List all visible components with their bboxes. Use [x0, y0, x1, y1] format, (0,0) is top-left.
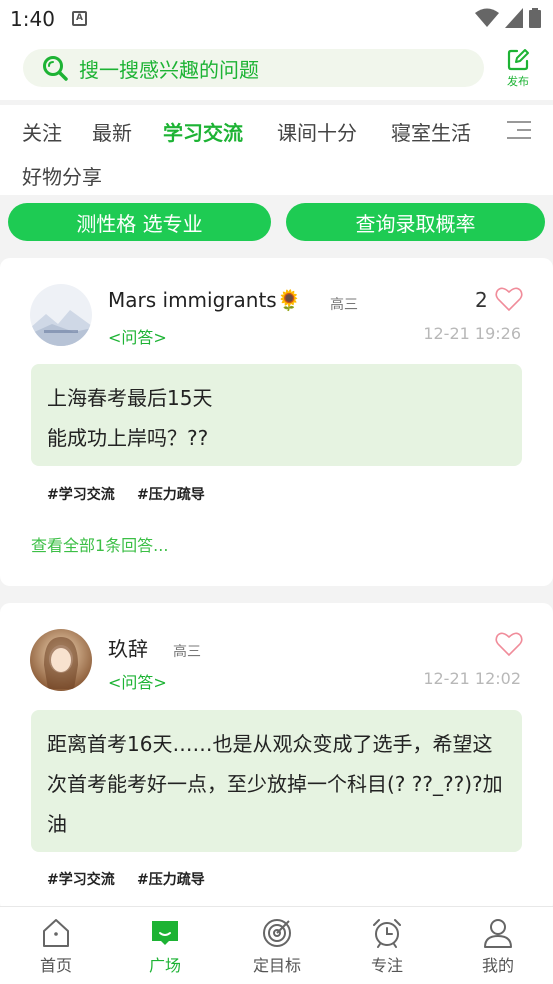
nav-mine[interactable]: 我的: [458, 917, 538, 976]
avatar[interactable]: [30, 284, 92, 346]
nav-home[interactable]: 首页: [16, 917, 96, 976]
tab-dorm[interactable]: 寝室生活: [391, 117, 471, 146]
wifi-icon: [475, 8, 499, 27]
post-author[interactable]: Mars immigrants🌻: [108, 288, 302, 312]
like-count: 2: [475, 288, 488, 312]
signal-icon: [505, 8, 523, 28]
search-placeholder: 搜一搜感兴趣的问题: [79, 57, 259, 82]
home-icon: [43, 919, 69, 947]
post-grade: 高三: [330, 297, 358, 313]
nav-label: 定目标: [252, 956, 301, 975]
nav-label: 首页: [39, 956, 72, 975]
post-time: 12-21 19:26: [423, 324, 521, 343]
tab-break[interactable]: 课间十分: [277, 117, 357, 146]
nav-target[interactable]: 定目标: [237, 917, 317, 976]
profile-icon: [484, 919, 512, 948]
post-card[interactable]: Mars immigrants🌻 高三 2 <问答> 12-21 19:26 上…: [0, 258, 553, 586]
nav-label: 专注: [370, 956, 403, 975]
avatar-image: [30, 629, 92, 691]
search-input[interactable]: 搜一搜感兴趣的问题: [23, 49, 484, 87]
battery-icon: [529, 8, 541, 28]
alarm-icon: [373, 919, 401, 948]
heart-icon[interactable]: [495, 631, 523, 657]
status-time: 1:40: [10, 7, 55, 31]
tab-latest[interactable]: 最新: [92, 117, 132, 146]
admission-query-button[interactable]: 查询录取概率: [286, 203, 545, 241]
publish-label: 发布: [507, 75, 529, 88]
nav-square[interactable]: 广场: [125, 917, 205, 976]
post-body-line: 上海春考最后15天: [47, 386, 213, 410]
post-card[interactable]: 玖辞 高三 <问答> 12-21 12:02 距离首考16天……也是从观众变成了…: [0, 603, 553, 913]
post-type: <问答>: [108, 673, 167, 692]
header: 搜一搜感兴趣的问题 发布: [0, 38, 553, 100]
notification-icon: A: [72, 11, 87, 26]
tab-follow[interactable]: 关注: [22, 117, 62, 146]
post-body[interactable]: 上海春考最后15天 能成功上岸吗？??: [31, 364, 522, 466]
publish-button[interactable]: 发布: [500, 48, 536, 90]
post-type: <问答>: [108, 328, 167, 347]
category-tabs: 关注 最新 学习交流 课间十分 寝室生活 好物分享: [0, 105, 553, 195]
search-icon: [43, 56, 68, 81]
tab-goods[interactable]: 好物分享: [22, 161, 102, 190]
heart-icon[interactable]: [495, 286, 523, 312]
tab-menu-icon[interactable]: [507, 121, 531, 141]
target-icon: [263, 919, 291, 947]
post-time: 12-21 12:02: [423, 669, 521, 688]
nav-label: 广场: [148, 956, 181, 975]
nav-focus[interactable]: 专注: [347, 917, 427, 976]
status-bar: 1:40 A: [0, 0, 553, 38]
tab-study[interactable]: 学习交流: [163, 117, 243, 146]
post-tag[interactable]: #学习交流: [47, 484, 115, 504]
avatar-image: [30, 284, 92, 346]
post-body-line: 能成功上岸吗？??: [47, 426, 209, 450]
post-grade: 高三: [173, 644, 201, 660]
status-icons: [475, 8, 541, 28]
avatar[interactable]: [30, 629, 92, 691]
post-tag[interactable]: #压力疏导: [137, 484, 205, 504]
view-all-answers-link[interactable]: 查看全部1条回答...: [31, 532, 168, 556]
nav-label: 我的: [481, 956, 514, 975]
post-tag[interactable]: #压力疏导: [137, 869, 205, 889]
post-body[interactable]: 距离首考16天……也是从观众变成了选手，希望这次首考能考好一点，至少放掉一个科目…: [31, 710, 522, 852]
personality-test-button[interactable]: 测性格 选专业: [8, 203, 271, 241]
square-icon: [152, 921, 178, 945]
edit-icon: [507, 49, 529, 71]
bottom-nav: 首页 广场 定目标 专注 我的: [0, 906, 553, 984]
post-author[interactable]: 玖辞: [108, 633, 148, 662]
post-tag[interactable]: #学习交流: [47, 869, 115, 889]
